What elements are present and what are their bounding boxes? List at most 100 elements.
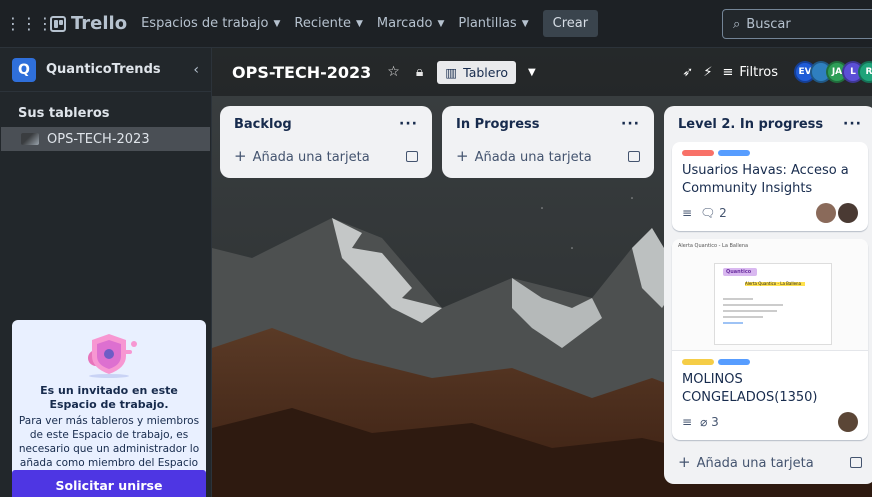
card-labels (672, 142, 868, 156)
list-header: Backlog ··· (228, 106, 424, 142)
search-icon: ⌕ (733, 16, 741, 32)
list-backlog: Backlog ··· + Añada una tarjeta (220, 106, 432, 178)
star-icon[interactable]: ☆ (387, 64, 400, 80)
chevron-down-icon: ▼ (273, 18, 281, 29)
chevron-down-icon: ▼ (355, 18, 363, 29)
workspace-header: Q QuanticoTrends ‹ (0, 48, 211, 92)
card-template-icon[interactable] (406, 150, 418, 162)
card-badges: ≡ ⌀ 3 (672, 406, 868, 440)
add-card-button[interactable]: + Añada una tarjeta (672, 448, 868, 476)
board-canvas: OPS-TECH-2023 ☆ 🔒︎ ▥ Tablero ▼ ➶ ⚡︎ ≡ Fi… (212, 48, 872, 497)
plus-icon: + (234, 147, 247, 165)
chevron-down-icon: ▼ (437, 18, 445, 29)
plus-icon: + (678, 453, 691, 472)
list-header: Level 2. In progress ··· (672, 106, 868, 142)
label-blue[interactable] (718, 359, 750, 366)
plus-icon: + (456, 147, 469, 165)
card-cover-image: Alerta Quantico - La Ballena Quantico Al… (672, 239, 868, 352)
card-title: MOLINOS CONGELADOS(1350) (682, 372, 818, 405)
description-icon: ≡ (682, 415, 693, 430)
nav-recent[interactable]: Reciente ▼ (294, 16, 362, 31)
card-labels (672, 351, 868, 366)
sidebar-board-item[interactable]: OPS-TECH-2023 (1, 127, 210, 151)
top-navigation-bar: ⋮⋮⋮ Trello Espacios de trabajo ▼ Reciente… (0, 0, 872, 48)
create-button[interactable]: Crear (542, 10, 599, 37)
guest-notice-title: Es un invitado en este Espacio de trabaj… (40, 384, 178, 411)
guest-illustration (74, 328, 144, 378)
attachment-count: 3 (711, 415, 719, 430)
board-members: EV JA L R (794, 61, 872, 83)
add-card-button[interactable]: + Añada una tarjeta (450, 142, 646, 170)
label-blue[interactable] (718, 150, 750, 156)
list-title[interactable]: Backlog (234, 117, 292, 132)
chevron-down-icon: ▼ (521, 18, 529, 29)
search-placeholder: Buscar (746, 16, 791, 32)
list-in-progress: In Progress ··· + Añada una tarjeta (442, 106, 654, 178)
nav-templates[interactable]: Plantillas ▼ (458, 16, 528, 31)
comment-count: 2 (719, 206, 727, 221)
filter-button[interactable]: ≡ Filtros (722, 65, 778, 80)
list-title[interactable]: In Progress (456, 117, 540, 132)
add-card-label: Añada una tarjeta (474, 150, 592, 165)
power-ups-icon[interactable]: ➶ (682, 65, 693, 80)
list-menu-icon[interactable]: ··· (621, 116, 640, 132)
list-level-2-in-progress: Level 2. In progress ··· Usuarios Havas:… (664, 106, 872, 485)
card-template-icon[interactable] (850, 456, 862, 468)
collapse-sidebar-icon[interactable]: ‹ (193, 62, 199, 78)
card-molinos-congelados[interactable]: Alerta Quantico - La Ballena Quantico Al… (672, 239, 868, 441)
card-members (838, 412, 858, 433)
nav-workspaces-label: Espacios de trabajo (141, 16, 269, 31)
workspace-name[interactable]: QuanticoTrends (46, 62, 193, 77)
app-switcher-icon[interactable]: ⋮⋮⋮ (5, 7, 53, 41)
trello-logo[interactable]: Trello (50, 13, 127, 34)
paperclip-icon: ⌀ (700, 415, 708, 430)
board-view-icon: ▥ (445, 64, 458, 80)
visibility-lock-icon[interactable]: 🔒︎ (416, 64, 423, 80)
sidebar-board-label: OPS-TECH-2023 (47, 131, 150, 147)
list-menu-icon[interactable]: ··· (399, 116, 418, 132)
nav-starred-label: Marcado (376, 16, 433, 31)
brand-name: Trello (71, 13, 128, 34)
label-yellow[interactable] (682, 359, 714, 366)
comments-badge: 🗨︎ 2 (700, 206, 727, 220)
list-title[interactable]: Level 2. In progress (678, 117, 823, 132)
cover-email-subject: Alerta Quantico - La Ballena (678, 243, 749, 250)
trello-logo-icon (50, 15, 66, 32)
boards-section-title: Sus tableros (18, 106, 110, 121)
list-header: In Progress ··· (450, 106, 646, 142)
search-input[interactable]: ⌕ Buscar (722, 9, 872, 39)
card-badges: ≡ 🗨︎ 2 (672, 197, 868, 231)
card-usuarios-havas[interactable]: Usuarios Havas: Acceso a Community Insig… (672, 142, 868, 232)
view-switcher-chevron-icon[interactable]: ▼ (528, 67, 536, 78)
board-view-label: Tablero (463, 64, 508, 80)
cover-email-body: Quantico Alerta Quantico - La Ballena (714, 263, 832, 346)
workspace-sidebar: Q QuanticoTrends ‹ Sus tableros OPS-TECH… (0, 48, 212, 497)
filter-icon: ≡ (722, 64, 734, 80)
automation-icon[interactable]: ⚡︎ (703, 65, 712, 80)
add-card-label: Añada una tarjeta (696, 456, 814, 472)
card-title: Usuarios Havas: Acceso a Community Insig… (682, 163, 849, 196)
comment-icon: 🗨︎ (700, 206, 716, 221)
list-menu-icon[interactable]: ··· (843, 116, 862, 132)
attachments-badge: ⌀ 3 (700, 415, 719, 429)
board-view-button[interactable]: ▥ Tablero (437, 60, 516, 84)
request-join-button[interactable]: Solicitar unirse (12, 470, 206, 497)
cover-email-heading: Alerta Quantico - La Ballena (745, 282, 805, 287)
nav-recent-label: Reciente (294, 16, 351, 31)
workspace-avatar[interactable]: Q (12, 57, 36, 82)
member-avatar[interactable] (838, 412, 858, 433)
member-avatar[interactable] (838, 203, 858, 224)
nav-starred[interactable]: Marcado ▼ (377, 16, 444, 31)
label-red[interactable] (682, 150, 714, 156)
member-avatar[interactable] (816, 203, 836, 224)
nav-templates-label: Plantillas (458, 16, 517, 31)
card-template-icon[interactable] (628, 150, 640, 162)
add-card-button[interactable]: + Añada una tarjeta (228, 142, 424, 170)
filter-label: Filtros (739, 64, 778, 80)
add-card-label: Añada una tarjeta (252, 150, 370, 165)
cover-brand-badge: Quantico (723, 268, 757, 277)
nav-workspaces[interactable]: Espacios de trabajo ▼ (141, 16, 280, 31)
board-header: OPS-TECH-2023 ☆ 🔒︎ ▥ Tablero ▼ ➶ ⚡︎ ≡ Fi… (212, 48, 872, 96)
board-title[interactable]: OPS-TECH-2023 (232, 63, 371, 82)
board-header-actions: ➶ ⚡︎ ≡ Filtros EV JA L R (682, 48, 872, 96)
